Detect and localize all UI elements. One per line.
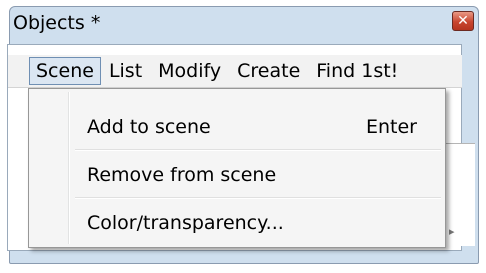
menu-find-first[interactable]: Find 1st! xyxy=(308,57,406,85)
menu-item-add-to-scene[interactable]: Add to scene Enter xyxy=(87,105,417,149)
menu-separator xyxy=(75,149,441,151)
menu-modify[interactable]: Modify xyxy=(150,57,229,85)
close-icon: ✕ xyxy=(457,13,469,29)
scroll-right-arrow-icon[interactable]: ▸ xyxy=(449,225,455,238)
window-title: Objects * xyxy=(13,12,101,34)
menu-create[interactable]: Create xyxy=(229,57,308,85)
menu-item-label: Add to scene xyxy=(87,116,211,138)
scene-dropdown-menu: Add to scene Enter Remove from scene Col… xyxy=(28,88,446,248)
menu-item-label: Remove from scene xyxy=(87,164,277,186)
menu-bar: Scene List Modify Create Find 1st! xyxy=(8,55,462,88)
menu-separator xyxy=(75,197,441,199)
menu-item-remove-from-scene[interactable]: Remove from scene xyxy=(87,153,417,197)
menu-gutter xyxy=(68,92,70,244)
menu-item-label: Color/transparency... xyxy=(87,212,284,234)
close-button[interactable]: ✕ xyxy=(452,11,474,31)
menu-item-color-transparency[interactable]: Color/transparency... xyxy=(87,201,417,245)
menu-list[interactable]: List xyxy=(101,57,150,85)
menu-scene[interactable]: Scene xyxy=(29,57,101,85)
menu-item-shortcut: Enter xyxy=(366,116,417,138)
